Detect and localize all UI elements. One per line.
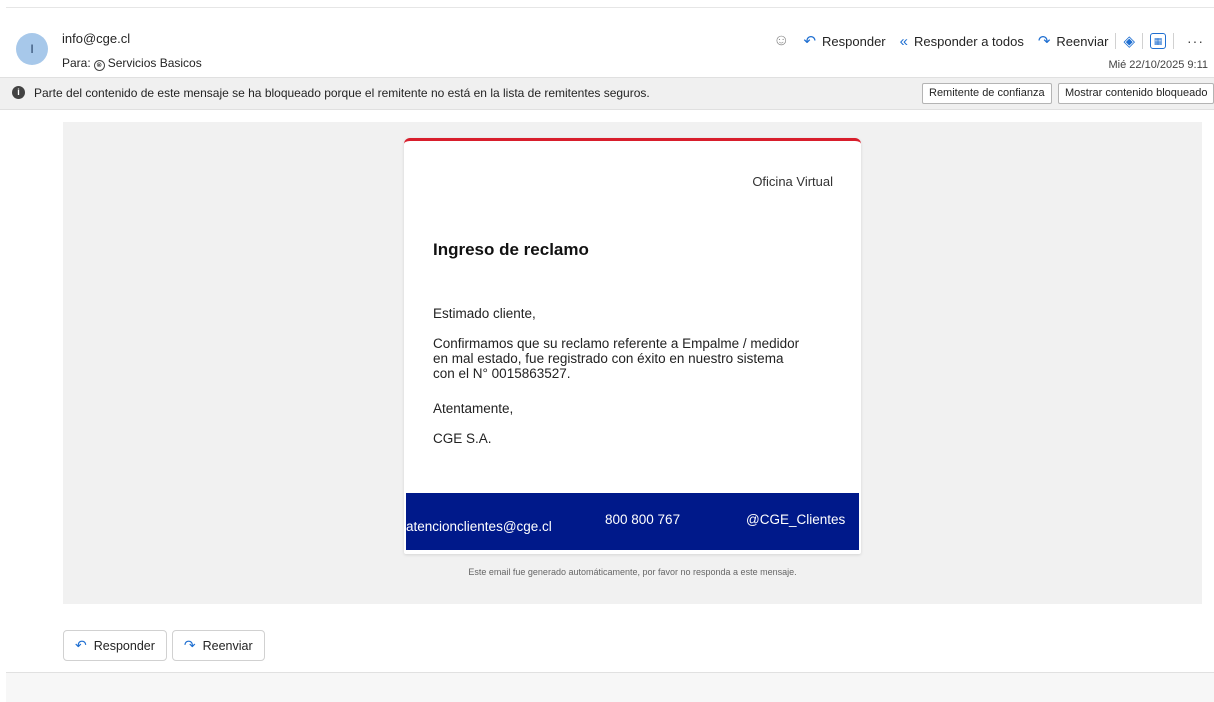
bottom-area <box>6 673 1214 702</box>
actions-separator <box>1173 33 1174 49</box>
signature: CGE S.A. <box>433 431 492 446</box>
emoji-reaction-icon[interactable]: ☺ <box>773 32 789 50</box>
apps-icon[interactable]: ▦ <box>1150 33 1166 49</box>
tag-icon[interactable]: ◈ <box>1123 32 1135 50</box>
forward-button[interactable]: ↷ Reenviar <box>1038 32 1109 50</box>
reply-button[interactable]: ↶ Responder <box>803 32 885 50</box>
greeting: Estimado cliente, <box>433 306 536 321</box>
forward-arrow-icon: ↷ <box>1037 33 1051 50</box>
reply-all-button[interactable]: « Responder a todos <box>900 33 1024 50</box>
bottom-forward-button[interactable]: ↷ Reenviar <box>171 630 265 661</box>
body-line: en mal estado, fue registrado con éxito … <box>433 351 784 366</box>
more-options-icon[interactable]: ··· <box>1187 33 1204 49</box>
sender-avatar[interactable]: I <box>16 33 48 65</box>
actions-separator <box>1115 33 1117 49</box>
info-icon: i <box>12 86 25 99</box>
footer-email-link[interactable]: atencionclientes@cge.cl <box>406 519 552 534</box>
show-blocked-content-button[interactable]: Mostrar contenido bloqueado <box>1058 83 1214 104</box>
email-body: Oficina Virtual Ingreso de reclamo Estim… <box>63 122 1202 604</box>
bottom-reply-label: Responder <box>93 638 155 653</box>
body-line: con el N° 0015863527. <box>433 366 571 381</box>
blocked-content-message: Parte del contenido de este mensaje se h… <box>34 86 650 100</box>
reply-all-label: Responder a todos <box>913 33 1024 49</box>
recipient-line: Para: ⊗ Servicios Basicos <box>62 56 202 71</box>
email-title: Ingreso de reclamo <box>433 240 589 259</box>
message-header: I info@cge.cl Para: ⊗ Servicios Basicos ☺ … <box>0 14 1214 76</box>
reply-all-arrow-icon: « <box>899 32 908 50</box>
reply-arrow-icon: ↶ <box>803 33 817 50</box>
trust-sender-button[interactable]: Remitente de confianza <box>922 83 1052 104</box>
forward-arrow-icon: ↷ <box>183 637 196 653</box>
body-line: Confirmamos que su reclamo referente a E… <box>433 336 800 351</box>
message-date: Mié 22/10/2025 9:11 <box>1108 59 1208 71</box>
bottom-forward-label: Reenviar <box>202 638 253 653</box>
closing: Atentamente, <box>433 401 514 416</box>
bottom-actions: ↶ Responder ↷ Reenviar <box>63 630 265 661</box>
auto-generated-note: Este email fue generado automáticamente,… <box>468 567 797 577</box>
blocked-content-bar: i Parte del contenido de este mensaje se… <box>0 77 1214 110</box>
recipient-name[interactable]: Servicios Basicos <box>108 56 202 70</box>
reply-arrow-icon: ↶ <box>75 637 87 653</box>
forward-label: Reenviar <box>1056 33 1109 49</box>
footer-social-link[interactable]: @CGE_Clientes <box>746 512 845 527</box>
actions-separator <box>1142 33 1143 49</box>
bottom-reply-button[interactable]: ↶ Responder <box>63 630 167 661</box>
recipient-status-icon: ⊗ <box>93 60 105 71</box>
email-card: Oficina Virtual Ingreso de reclamo Estim… <box>404 138 861 554</box>
to-label: Para: <box>62 56 91 70</box>
sender-address[interactable]: info@cge.cl <box>62 31 130 46</box>
message-actions: ☺ ↶ Responder « Responder a todos ↷ Reen… <box>773 30 1204 52</box>
reply-label: Responder <box>822 33 886 49</box>
office-label: Oficina Virtual <box>752 174 833 189</box>
top-divider <box>6 7 1214 8</box>
footer-phone[interactable]: 800 800 767 <box>605 512 680 527</box>
email-footer: atencionclientes@cge.cl 800 800 767 @CGE… <box>406 493 859 550</box>
